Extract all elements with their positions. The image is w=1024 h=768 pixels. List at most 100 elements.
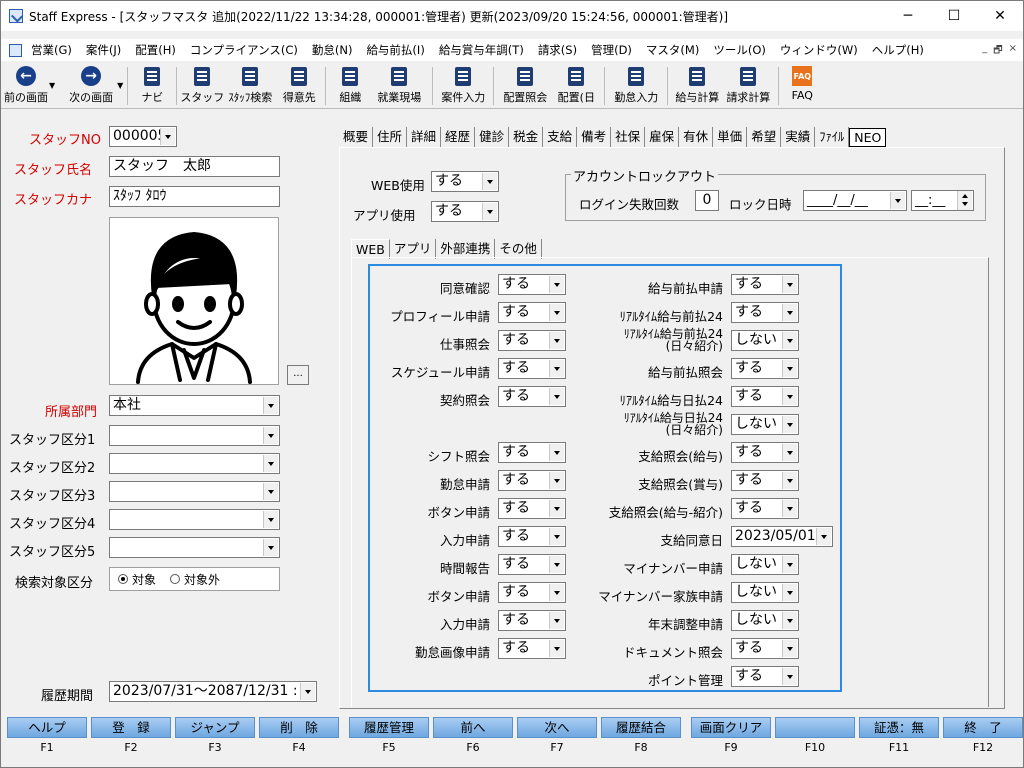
menu-assign[interactable]: 配置(H) (128, 42, 183, 58)
staff-button[interactable]: スタッフ (180, 63, 224, 107)
prev-dropdown-icon[interactable]: ▼ (49, 81, 55, 90)
chevron-down-icon[interactable] (263, 539, 278, 556)
web-setting-combo[interactable]: する (498, 302, 566, 323)
chevron-down-icon[interactable] (549, 360, 564, 377)
mdi-restore-button[interactable]: 🗗 (993, 43, 1002, 60)
chevron-down-icon[interactable] (549, 304, 564, 321)
menu-billing[interactable]: 請求(S) (531, 42, 584, 58)
chevron-down-icon[interactable] (300, 683, 315, 700)
staff-search-button[interactable]: ｽﾀｯﾌ検索 (223, 63, 277, 107)
mdi-close-button[interactable]: × (1009, 43, 1017, 60)
spinner-icon[interactable] (957, 191, 972, 210)
history-period-combo[interactable]: 2023/07/31〜2087/12/31 : (109, 681, 317, 702)
web-setting-combo[interactable]: する (731, 358, 799, 379)
lock-time-field[interactable]: __:__ (911, 190, 974, 211)
menu-window[interactable]: ウィンドウ(W) (773, 42, 865, 58)
function-key-f6-button[interactable]: 前へ (433, 717, 513, 738)
chevron-down-icon[interactable] (782, 612, 797, 629)
staff-name-field[interactable]: スタッフ 太郎 (109, 156, 280, 177)
minimize-button[interactable]: ─ (885, 1, 931, 31)
web-setting-combo[interactable]: する (731, 666, 799, 687)
chevron-down-icon[interactable] (263, 427, 278, 444)
web-setting-combo[interactable]: する (498, 470, 566, 491)
web-setting-combo[interactable]: する (731, 470, 799, 491)
navi-button[interactable]: ナビ (132, 63, 172, 107)
chevron-down-icon[interactable] (549, 640, 564, 657)
chevron-down-icon[interactable] (549, 444, 564, 461)
faq-button[interactable]: FAQ FAQ (783, 63, 821, 107)
web-setting-combo[interactable]: しない (731, 610, 799, 631)
tab-results[interactable]: 実績 (781, 127, 816, 147)
maximize-button[interactable]: ☐ (931, 1, 977, 31)
tab-tax[interactable]: 税金 (509, 127, 544, 147)
chevron-down-icon[interactable] (549, 388, 564, 405)
staff-photo[interactable] (109, 217, 279, 385)
web-setting-combo[interactable]: しない (731, 582, 799, 603)
chevron-down-icon[interactable] (782, 500, 797, 517)
function-key-f11-button[interactable]: 証憑：無 (859, 717, 939, 738)
menu-help[interactable]: ヘルプ(H) (865, 42, 931, 58)
chevron-down-icon[interactable] (549, 276, 564, 293)
chevron-down-icon[interactable] (549, 584, 564, 601)
web-setting-combo[interactable]: する (498, 498, 566, 519)
chevron-down-icon[interactable] (263, 483, 278, 500)
web-setting-combo[interactable]: しない (731, 330, 799, 351)
next-dropdown-icon[interactable]: ▼ (117, 81, 123, 90)
menu-sales[interactable]: 営業(G) (24, 42, 79, 58)
chevron-down-icon[interactable] (782, 332, 797, 349)
tab-career[interactable]: 経歴 (441, 127, 476, 147)
chevron-down-icon[interactable] (782, 388, 797, 405)
menu-master[interactable]: マスタ(M) (639, 42, 706, 58)
web-setting-combo[interactable]: する (498, 442, 566, 463)
chevron-down-icon[interactable] (782, 276, 797, 293)
tab-other[interactable]: その他 (495, 239, 542, 259)
function-key-f9-button[interactable]: 画面クリア (691, 717, 771, 738)
radio-target[interactable]: 対象 (118, 571, 156, 588)
function-key-f4-button[interactable]: 削 除 (259, 717, 339, 738)
tab-paid-leave[interactable]: 有休 (679, 127, 714, 147)
chevron-down-icon[interactable] (782, 668, 797, 685)
chevron-down-icon[interactable] (782, 640, 797, 657)
chevron-down-icon[interactable] (160, 128, 175, 145)
function-key-f12-button[interactable]: 終 了 (943, 717, 1023, 738)
chevron-down-icon[interactable] (549, 612, 564, 629)
menu-admin[interactable]: 管理(D) (584, 42, 639, 58)
tab-notes[interactable]: 備考 (577, 127, 612, 147)
assign-day-button[interactable]: 配置(日 (552, 63, 600, 107)
tab-app[interactable]: アプリ (390, 239, 437, 259)
web-setting-combo[interactable]: 2023/05/01 (731, 526, 833, 547)
menu-compliance[interactable]: コンプライアンス(C) (183, 42, 305, 58)
job-entry-button[interactable]: 案件入力 (437, 63, 489, 107)
chevron-down-icon[interactable] (890, 192, 905, 209)
tab-address[interactable]: 住所 (373, 127, 408, 147)
staff-no-combo[interactable]: 000005 (109, 126, 177, 147)
staff-category-2-combo[interactable] (109, 453, 280, 474)
web-setting-combo[interactable]: する (731, 302, 799, 323)
chevron-down-icon[interactable] (782, 444, 797, 461)
tab-files[interactable]: ﾌｧｲﾙ (815, 127, 850, 147)
chevron-down-icon[interactable] (482, 173, 497, 190)
client-button[interactable]: 得意先 (277, 63, 321, 107)
chevron-down-icon[interactable] (782, 304, 797, 321)
web-setting-combo[interactable]: する (731, 638, 799, 659)
web-setting-combo[interactable]: する (498, 274, 566, 295)
staff-category-3-combo[interactable] (109, 481, 280, 502)
tab-web[interactable]: WEB (351, 239, 390, 259)
chevron-down-icon[interactable] (549, 556, 564, 573)
web-use-combo[interactable]: する (431, 171, 499, 192)
chevron-down-icon[interactable] (782, 556, 797, 573)
function-key-f5-button[interactable]: 履歴管理 (349, 717, 429, 738)
app-use-combo[interactable]: する (431, 201, 499, 222)
function-key-f8-button[interactable]: 履歴結合 (601, 717, 681, 738)
dept-combo[interactable]: 本社 (109, 395, 280, 416)
chevron-down-icon[interactable] (549, 528, 564, 545)
function-key-f10-button[interactable] (775, 717, 855, 738)
web-setting-combo[interactable]: する (498, 386, 566, 407)
web-setting-combo[interactable]: する (498, 358, 566, 379)
chevron-down-icon[interactable] (263, 397, 278, 414)
function-key-f2-button[interactable]: 登 録 (91, 717, 171, 738)
function-key-f7-button[interactable]: 次へ (517, 717, 597, 738)
next-screen-button[interactable]: → 次の画面 (63, 63, 119, 107)
prev-screen-button[interactable]: ← 前の画面 (1, 63, 51, 107)
chevron-down-icon[interactable] (263, 455, 278, 472)
